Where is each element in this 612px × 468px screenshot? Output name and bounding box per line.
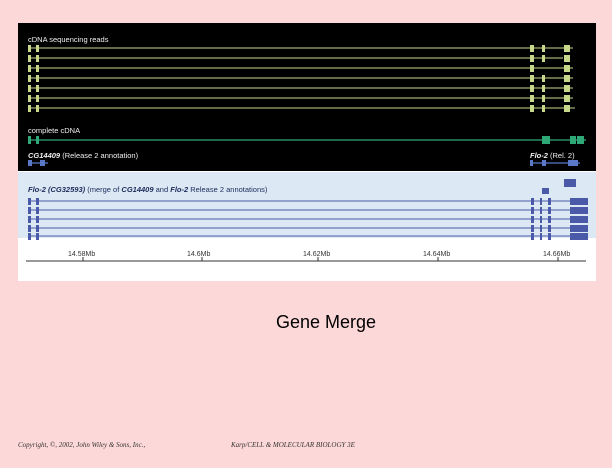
read-exon: [28, 75, 31, 82]
read-exon: [564, 105, 570, 112]
complete-cdna-exon: [570, 136, 576, 144]
axis-ticks: 14.58Mb 14.6Mb 14.62Mb 14.64Mb 14.66Mb: [68, 251, 570, 261]
merged-exon: [540, 225, 542, 232]
merge-exon: [542, 188, 549, 194]
read-exon: [36, 65, 39, 72]
merged-exon: [36, 198, 39, 205]
axis-tick-label: 14.62Mb: [303, 251, 330, 258]
complete-cdna-exon: [28, 136, 31, 144]
gene-merge-figure: cDNA sequencing reads complete cDNA CG14…: [18, 23, 596, 281]
read-exon: [36, 105, 39, 112]
complete-cdna-exon: [36, 136, 39, 144]
cg14409-exon: [40, 160, 45, 166]
merged-exon: [531, 225, 534, 232]
merged-exon: [548, 225, 551, 232]
complete-cdna-label: complete cDNA: [28, 126, 80, 135]
read-exon: [36, 95, 39, 102]
read-exon: [564, 95, 570, 102]
cdna-reads-label: cDNA sequencing reads: [28, 35, 109, 44]
read-exon: [36, 75, 39, 82]
merged-exon: [548, 198, 551, 205]
merged-exon: [28, 225, 31, 232]
merged-exon: [531, 216, 534, 223]
read-exon: [530, 95, 534, 102]
read-exon: [530, 55, 534, 62]
flo2-exon: [530, 160, 533, 166]
read-exon: [28, 55, 31, 62]
read-exon: [542, 55, 545, 62]
read-exon: [28, 95, 31, 102]
read-exon: [564, 65, 570, 72]
merged-exon: [28, 198, 31, 205]
merged-exon: [531, 233, 534, 240]
read-exon: [542, 45, 545, 52]
read-exon: [530, 45, 534, 52]
merged-exon: [570, 216, 588, 223]
merged-exon: [540, 207, 542, 214]
read-exon: [28, 105, 31, 112]
read-exon: [564, 75, 570, 82]
merged-exon: [548, 207, 551, 214]
merged-exon: [28, 216, 31, 223]
merge-label: Flo-2 (CG32593) (merge of CG14409 and Fl…: [28, 185, 268, 194]
read-exon: [564, 55, 570, 62]
flo2-exon: [568, 160, 578, 166]
flo2-exon: [542, 160, 546, 166]
read-exon: [542, 75, 545, 82]
merged-exon: [28, 207, 31, 214]
read-exon: [28, 65, 31, 72]
merge-top-exon: [564, 179, 576, 187]
merged-exon: [531, 207, 534, 214]
read-exon: [564, 85, 570, 92]
read-exon: [36, 85, 39, 92]
merged-exon: [540, 198, 542, 205]
merged-exon: [36, 233, 39, 240]
read-exon: [36, 55, 39, 62]
axis-tick-label: 14.64Mb: [423, 251, 450, 258]
merged-exon: [28, 233, 31, 240]
read-exon: [36, 45, 39, 52]
merged-exon: [540, 233, 542, 240]
merged-exon: [570, 233, 588, 240]
merged-exon: [548, 233, 551, 240]
flo2-label: Flo-2 (Rel. 2): [530, 151, 575, 160]
axis-tick-label: 14.66Mb: [543, 251, 570, 258]
dark-panel: [18, 23, 596, 171]
complete-cdna-exon: [542, 136, 550, 144]
source-footer: Karp/CELL & MOLECULAR BIOLOGY 3E: [231, 441, 355, 449]
slide-caption: Gene Merge: [275, 312, 377, 332]
merged-exon: [531, 198, 534, 205]
read-exon: [530, 75, 534, 82]
merged-exon: [570, 198, 588, 205]
merged-exon: [36, 225, 39, 232]
read-exon: [542, 95, 545, 102]
read-exon: [28, 85, 31, 92]
merged-exon: [540, 216, 542, 223]
merged-exon: [548, 216, 551, 223]
copyright-footer: Copyright, ©, 2002, John Wiley & Sons, I…: [18, 441, 146, 449]
read-exon: [564, 45, 570, 52]
read-exon: [542, 85, 545, 92]
cg14409-exon: [28, 160, 32, 166]
merged-exon: [570, 225, 588, 232]
axis-tick-label: 14.58Mb: [68, 251, 95, 258]
read-exon: [542, 105, 545, 112]
cg14409-label: CG14409 (Release 2 annotation): [28, 151, 139, 160]
read-exon: [530, 85, 534, 92]
read-exon: [28, 45, 31, 52]
read-exon: [530, 65, 534, 72]
axis-tick-label: 14.6Mb: [187, 251, 210, 258]
merged-exon: [570, 207, 588, 214]
complete-cdna-exon: [577, 136, 584, 144]
merged-exon: [36, 207, 39, 214]
merged-exon: [36, 216, 39, 223]
read-exon: [530, 105, 534, 112]
